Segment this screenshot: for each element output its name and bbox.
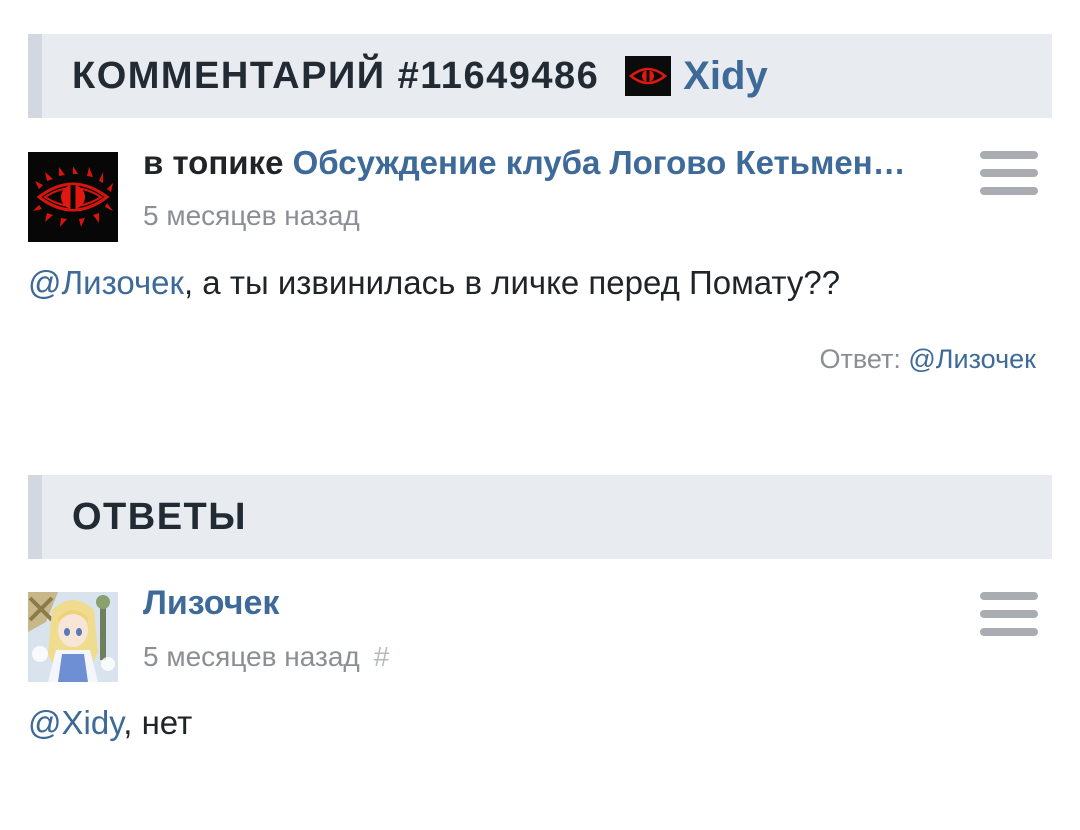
- permalink-hash[interactable]: #: [374, 641, 390, 672]
- comment-title: КОММЕНТАРИЙ #11649486: [72, 54, 600, 97]
- red-eye-icon: [625, 56, 672, 96]
- header-author-name[interactable]: Xidy: [683, 54, 767, 99]
- topic-prefix: в топике: [143, 144, 284, 181]
- menu-line: [980, 592, 1038, 600]
- mention-link[interactable]: @Лизочек: [28, 264, 184, 301]
- answer-time: 5 месяцев назад: [143, 641, 360, 672]
- answers-title: ОТВЕТЫ: [72, 495, 247, 538]
- comment-topic-line: в топике Обсуждение клуба Логово Кетьмен…: [143, 144, 906, 182]
- reply-to-line: Ответ: @Лизочек: [819, 344, 1036, 375]
- answers-header: ОТВЕТЫ: [28, 475, 1052, 559]
- answer-menu-button[interactable]: [980, 592, 1038, 636]
- menu-line: [980, 610, 1038, 618]
- header-author-link[interactable]: Xidy: [625, 54, 768, 99]
- reply-mention-link[interactable]: @Лизочек: [908, 344, 1036, 374]
- menu-line: [980, 151, 1038, 159]
- comment-time: 5 месяцев назад: [143, 200, 360, 231]
- comment-header: КОММЕНТАРИЙ #11649486 Xidy: [28, 34, 1052, 118]
- page: КОММЕНТАРИЙ #11649486 Xidy в топике Обсу…: [0, 0, 1080, 830]
- topic-link[interactable]: Обсуждение клуба Логово Кетьмен…: [293, 144, 906, 181]
- menu-line: [980, 628, 1038, 636]
- avatar[interactable]: [28, 592, 118, 682]
- comment-text: @Лизочек, а ты извинилась в личке перед …: [28, 264, 840, 302]
- answer-time-line: 5 месяцев назад #: [143, 641, 389, 673]
- menu-line: [980, 187, 1038, 195]
- comment-body: , а ты извинилась в личке перед Помату??: [183, 264, 841, 301]
- anime-avatar-image: [28, 592, 118, 682]
- avatar[interactable]: [28, 152, 118, 242]
- mention-link[interactable]: @Xidy: [28, 704, 123, 741]
- red-eye-icon: [33, 167, 113, 227]
- answer-body: , нет: [123, 704, 193, 741]
- answer-username[interactable]: Лизочек: [143, 584, 279, 623]
- answer-text: @Xidy, нет: [28, 704, 192, 742]
- reply-label: Ответ:: [819, 344, 901, 374]
- comment-menu-button[interactable]: [980, 151, 1038, 195]
- menu-line: [980, 169, 1038, 177]
